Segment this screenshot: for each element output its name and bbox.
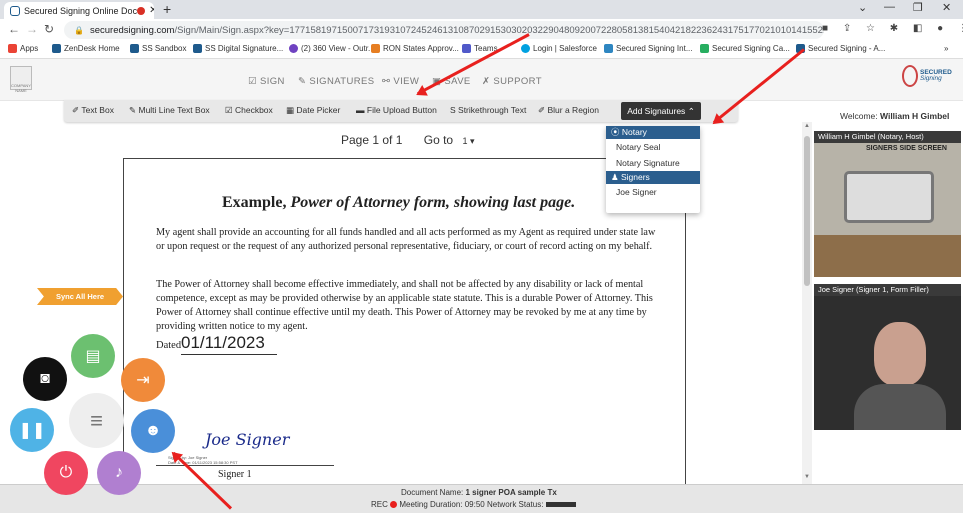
browser-tab[interactable]: Secured Signing Online Doc ✕ — [4, 2, 154, 19]
field-toolbar: ✐ Text Box ✎ Multi Line Text Box ☑ Check… — [64, 100, 738, 122]
bookmark-zendesk[interactable]: ZenDesk Home — [52, 44, 120, 53]
nav-sign[interactable]: ☑ SIGN — [248, 76, 285, 87]
tool-text-box[interactable]: ✐ Text Box — [72, 105, 114, 116]
video-signer: Joe Signer (Signer 1, Form Filler) — [814, 284, 961, 430]
tool-strikethrough[interactable]: S Strikethrough Text — [450, 105, 526, 115]
video-notary: William H Gimbel (Notary, Host) SIGNERS … — [814, 131, 961, 277]
pause-icon: ❚❚ — [18, 422, 46, 439]
camera-icon: ◙ — [40, 370, 50, 387]
tool-checkbox[interactable]: ☑ Checkbox — [225, 105, 273, 116]
back-icon[interactable]: ← — [8, 22, 20, 36]
document-name: Document Name: 1 signer POA sample Tx — [401, 488, 557, 497]
add-signatures-menu: ⦿ Notary Notary Seal Notary Signature ♟ … — [606, 126, 700, 213]
minimize-icon[interactable]: — — [884, 1, 895, 13]
bookmarks-bar: Apps ZenDesk Home SS Sandbox SS Digital … — [0, 41, 963, 59]
bookmark-salesforce[interactable]: Login | Salesforce — [521, 44, 597, 53]
video-signer-label: Joe Signer (Signer 1, Form Filler) — [814, 284, 961, 296]
network-signal-icon — [545, 502, 576, 507]
menu-header-notary: ⦿ Notary — [606, 126, 700, 139]
tool-file-upload[interactable]: ▬ File Upload Button — [356, 105, 437, 115]
menu-item-notary-seal[interactable]: Notary Seal — [606, 139, 700, 155]
browser-action-icons[interactable]: ■ ⇪ ☆ ✱ ◧ ● ⋮ — [822, 23, 963, 34]
camera-button[interactable]: ◙ — [23, 357, 67, 401]
recording-icon — [137, 6, 146, 15]
signer-label: Signer 1 — [218, 469, 252, 480]
close-tab-icon[interactable]: ✕ — [149, 5, 154, 16]
exit-button[interactable]: ⇥ — [121, 358, 165, 402]
browser-tab-bar: Secured Signing Online Doc ✕ + ⌄ — ❐ ✕ — [0, 0, 963, 19]
url-bar[interactable]: 🔒 securedsigning.com /Sign/Main/Sign.asp… — [64, 21, 824, 39]
sync-all-button[interactable]: Sync All Here — [37, 288, 123, 305]
menu-header-signers: ♟ Signers — [606, 171, 700, 184]
forward-icon[interactable]: → — [26, 22, 38, 36]
tab-search-icon[interactable]: ⌄ — [858, 1, 867, 14]
document-paragraph-2: The Power of Attorney shall become effec… — [156, 279, 653, 332]
nav-signatures[interactable]: ✎ SIGNATURES — [298, 76, 374, 87]
video-notary-label: William H Gimbel (Notary, Host) — [814, 131, 961, 143]
goto-select[interactable]: 1 ▾ — [462, 136, 474, 146]
meeting-info: REC Meeting Duration: 09:50 Network Stat… — [371, 500, 576, 509]
bookmark-360-view[interactable]: (2) 360 View - Outr... — [289, 44, 375, 53]
secured-signing-logo: SECURED Signing — [902, 63, 956, 89]
welcome-text: Welcome: William H Gimbel — [840, 111, 950, 121]
tool-blur-region[interactable]: ✐ Blur a Region — [538, 105, 599, 116]
bookmark-ron-states[interactable]: RON States Approv... — [371, 44, 459, 53]
sign-out-icon: ⇥ — [136, 372, 150, 389]
menu-item-notary-signature[interactable]: Notary Signature — [606, 155, 700, 171]
pause-button[interactable]: ❚❚ — [10, 408, 54, 452]
status-bar: Document Name: 1 signer POA sample Tx RE… — [0, 484, 963, 513]
bookmark-apps[interactable]: Apps — [8, 44, 38, 53]
bookmark-ss-digital[interactable]: SS Digital Signature... — [193, 44, 283, 53]
document-title: Example, Power of Attorney form, showing… — [222, 194, 576, 211]
signature-line — [156, 465, 334, 466]
company-logo: COMPANY NAME — [10, 66, 32, 93]
bookmark-ss-int[interactable]: Secured Signing Int... — [604, 44, 693, 53]
tool-date-picker[interactable]: ▦ Date Picker — [286, 105, 340, 116]
document-paragraph-1: My agent shall provide an accounting for… — [156, 227, 656, 252]
microphone-button[interactable]: ♪ — [97, 451, 141, 495]
reload-icon[interactable]: ↻ — [44, 22, 54, 36]
tab-title: Secured Signing Online Doc — [24, 5, 138, 16]
screen: Secured Signing Online Doc ✕ + ⌄ — ❐ ✕ ←… — [0, 0, 963, 513]
new-tab-button[interactable]: + — [163, 1, 171, 17]
url-domain: securedsigning.com — [89, 24, 175, 36]
id-card-button[interactable]: ▤ — [71, 334, 115, 378]
nav-view[interactable]: ⚯ VIEW — [382, 76, 419, 87]
menu-toggle-button[interactable]: ≡ — [69, 393, 124, 448]
users-icon: ☻ — [144, 422, 162, 439]
favicon-icon — [10, 5, 20, 16]
chevron-up-icon: ⌃ — [687, 105, 695, 116]
rec-dot-icon — [390, 501, 398, 508]
document-scrollbar[interactable]: ▲ ▼ — [802, 122, 812, 484]
microphone-icon: ♪ — [115, 464, 123, 481]
dated-label: Dated — [156, 340, 182, 351]
url-path: /Sign/Main/Sign.aspx?key=177158197150071… — [174, 24, 824, 36]
participants-button[interactable]: ☻ — [131, 409, 175, 453]
bookmarks-more-icon[interactable]: » — [944, 44, 948, 53]
date-field[interactable]: 01/11/2023 — [181, 333, 277, 355]
power-icon: ⏻ — [59, 464, 73, 481]
id-card-icon: ▤ — [85, 348, 101, 365]
signature-image[interactable]: Joe Signer — [205, 430, 289, 449]
add-signatures-button[interactable]: Add Signatures ⌃ — [621, 102, 701, 120]
app-header: COMPANY NAME ☑ SIGN ✎ SIGNATURES ⚯ VIEW … — [0, 59, 963, 101]
close-window-icon[interactable]: ✕ — [942, 1, 951, 14]
scrollbar-thumb[interactable] — [804, 136, 810, 286]
bookmark-ss-a[interactable]: Secured Signing - A... — [796, 44, 885, 53]
nav-support[interactable]: ✗ SUPPORT — [482, 76, 542, 87]
video-overlay-text: SIGNERS SIDE SCREEN — [866, 145, 947, 152]
restore-icon[interactable]: ❐ — [913, 1, 923, 14]
hamburger-icon: ≡ — [90, 407, 103, 433]
lock-icon: 🔒 — [74, 25, 84, 35]
bookmark-ss-ca[interactable]: Secured Signing Ca... — [700, 44, 790, 53]
menu-item-joe-signer[interactable]: Joe Signer — [606, 184, 700, 200]
address-row: ← → ↻ 🔒 securedsigning.com /Sign/Main/Si… — [0, 19, 963, 41]
power-button[interactable]: ⏻ — [44, 451, 88, 495]
page-indicator: Page 1 of 1 Go to 1 ▾ — [341, 133, 475, 147]
bookmark-ss-sandbox[interactable]: SS Sandbox — [130, 44, 186, 53]
tool-multiline-text-box[interactable]: ✎ Multi Line Text Box — [129, 105, 210, 116]
